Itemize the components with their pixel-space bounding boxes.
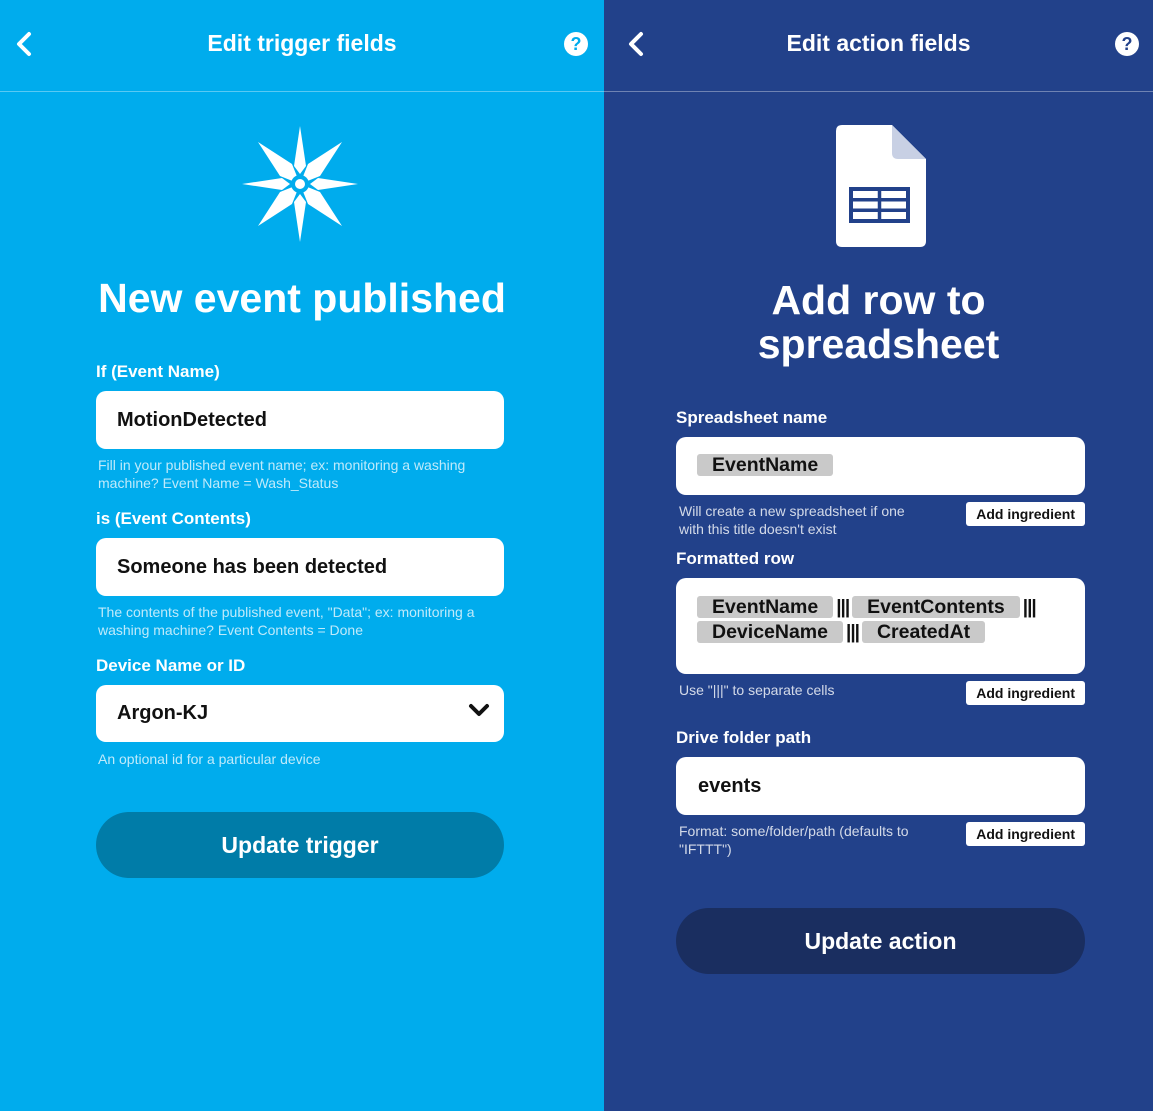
particle-star-icon: [242, 126, 358, 242]
event-contents-help: The contents of the published event, "Da…: [98, 604, 475, 638]
spreadsheet-name-input[interactable]: EventName: [676, 437, 1085, 495]
google-sheets-icon: [836, 125, 926, 247]
trigger-title: New event published: [98, 275, 506, 321]
update-trigger-button[interactable]: Update trigger: [96, 812, 504, 878]
trigger-header: Edit trigger fields ?: [0, 0, 604, 92]
cell-separator: |||: [846, 622, 860, 643]
device-select[interactable]: Argon-KJ: [96, 685, 504, 742]
action-header-title: Edit action fields: [786, 30, 971, 56]
ingredient-pill[interactable]: EventName: [697, 596, 834, 618]
spreadsheet-name-help: Will create a new spreadsheet if one wit…: [679, 503, 905, 537]
formatted-row-help: Use "|||" to separate cells: [679, 682, 835, 698]
event-contents-group: is (Event Contents) Someone has been det…: [96, 509, 504, 639]
action-panel: Edit action fields ? Add row to spreadsh…: [604, 0, 1153, 1111]
spreadsheet-name-label: Spreadsheet name: [676, 408, 828, 427]
drive-folder-help: Format: some/folder/path (defaults to "I…: [679, 823, 909, 857]
device-select-value: Argon-KJ: [117, 702, 209, 724]
ingredient-pill[interactable]: EventContents: [852, 596, 1020, 618]
formatted-row-input[interactable]: EventName ||| EventContents ||| DeviceName |…: [676, 578, 1085, 674]
add-ingredient-button[interactable]: Add ingredient: [966, 822, 1085, 846]
update-action-button[interactable]: Update action: [676, 908, 1085, 974]
event-name-label: If (Event Name): [96, 362, 220, 381]
help-icon[interactable]: ?: [1115, 32, 1139, 56]
device-label: Device Name or ID: [96, 656, 246, 675]
drive-folder-label: Drive folder path: [676, 728, 812, 747]
action-title-line2: spreadsheet: [757, 321, 1000, 367]
action-header: Edit action fields ?: [604, 0, 1153, 92]
cell-separator: |||: [836, 597, 850, 618]
event-name-input[interactable]: MotionDetected: [96, 391, 504, 449]
drive-folder-group: Drive folder path events Format: some/fo…: [676, 728, 1085, 867]
event-contents-input[interactable]: Someone has been detected: [96, 538, 504, 596]
device-help: An optional id for a particular device: [98, 751, 321, 767]
action-title-line1: Add row to: [771, 277, 986, 323]
action-title: Add row to spreadsheet: [604, 278, 1153, 366]
trigger-header-title: Edit trigger fields: [207, 30, 397, 56]
event-name-help: Fill in your published event name; ex: m…: [98, 457, 466, 491]
ingredient-pill[interactable]: EventName: [697, 454, 834, 476]
event-contents-label: is (Event Contents): [96, 509, 251, 528]
drive-folder-footer: Format: some/folder/path (defaults to "I…: [676, 815, 1085, 867]
drive-folder-input[interactable]: events: [676, 757, 1085, 815]
cell-separator: |||: [1022, 597, 1037, 618]
trigger-form: If (Event Name) MotionDetected Fill in y…: [96, 362, 504, 768]
formatted-row-footer: Use "|||" to separate cells Add ingredie…: [676, 674, 1085, 726]
event-name-group: If (Event Name) MotionDetected Fill in y…: [96, 362, 504, 492]
add-ingredient-button[interactable]: Add ingredient: [966, 681, 1085, 705]
formatted-row-group: Formatted row EventName ||| EventContents |…: [676, 549, 1085, 726]
trigger-panel: Edit trigger fields ? New event publishe…: [0, 0, 604, 1111]
help-icon[interactable]: ?: [564, 32, 588, 56]
chevron-down-icon: [469, 704, 489, 716]
spreadsheet-name-group: Spreadsheet name EventName Will create a…: [676, 408, 1085, 547]
spreadsheet-name-footer: Will create a new spreadsheet if one wit…: [676, 495, 1085, 547]
action-form: Spreadsheet name EventName Will create a…: [676, 408, 1085, 867]
device-group: Device Name or ID Argon-KJ An optional i…: [96, 656, 504, 768]
ingredient-pill[interactable]: DeviceName: [697, 621, 843, 643]
add-ingredient-button[interactable]: Add ingredient: [966, 502, 1085, 526]
ingredient-pill[interactable]: CreatedAt: [861, 621, 986, 643]
formatted-row-label: Formatted row: [676, 549, 795, 568]
